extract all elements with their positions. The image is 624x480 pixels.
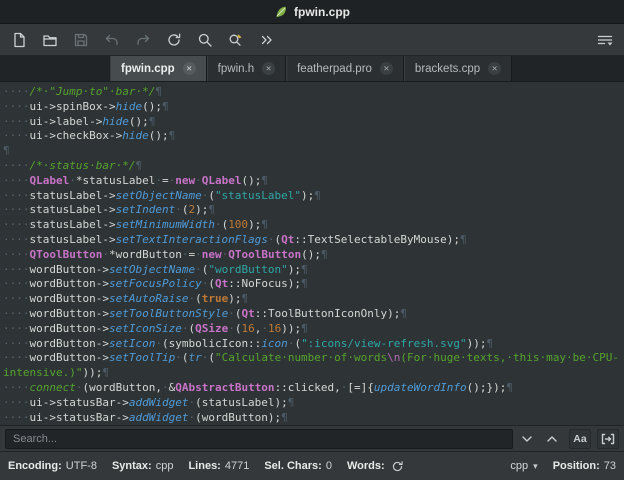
status-selected-chars-label: Sel. Chars: [264, 460, 322, 472]
status-position: Position: 73 [553, 460, 616, 472]
menu-icon [597, 35, 613, 45]
code-line: ····wordButton->setToolButtonStyle·(Qt::… [3, 306, 408, 320]
status-lines-label: Lines: [188, 460, 221, 472]
search-and-replace-button[interactable] [224, 28, 248, 52]
match-case-button[interactable]: Aa [569, 428, 591, 449]
undo-icon [105, 34, 118, 45]
search-next-button[interactable] [516, 429, 538, 449]
status-lines-value: 4771 [224, 460, 250, 472]
save-file-button[interactable] [69, 28, 93, 52]
tab-close-icon[interactable]: ✕ [379, 62, 393, 75]
status-syntax-value: cpp [155, 460, 174, 472]
toolbar [0, 24, 624, 56]
tab-label: featherpad.pro [297, 62, 372, 75]
code-line: ····wordButton->setIconSize·(QSize·(16,·… [3, 321, 308, 335]
syntax-selector[interactable]: cpp ▾ [510, 460, 537, 472]
code-line: ····/*·"Jump·to"·bar·*/¶ [3, 85, 162, 98]
redo-icon [137, 34, 150, 45]
tab-fpwin.cpp[interactable]: fpwin.cpp ✕ [110, 56, 207, 81]
code-line: ····wordButton->setAutoRaise·(true);¶ [3, 292, 249, 306]
save-icon [74, 33, 88, 46]
tab-close-icon[interactable]: ✕ [262, 62, 276, 75]
code-line: ····statusLabel->setMinimumWidth·(100);¶ [3, 218, 268, 232]
code-line: ····wordButton->setFocusPolicy·(Qt::NoFo… [3, 277, 308, 291]
code-line: ····statusLabel->setIndent·(2);¶ [3, 203, 215, 217]
tab-fpwin.h[interactable]: fpwin.h ✕ [206, 56, 287, 81]
code-line: ····ui->statusBar->addWidget·(wordButton… [3, 410, 288, 424]
code-line: ····statusLabel->setObjectName·("statusL… [3, 188, 321, 202]
status-encoding-label: Encoding: [8, 460, 62, 472]
open-folder-icon [43, 34, 57, 46]
more-toolbuttons-button[interactable] [255, 28, 279, 52]
code-line: ····wordButton->setObjectName·("wordButt… [3, 262, 308, 276]
search-previous-button[interactable] [541, 429, 563, 449]
double-chevron-right-icon [261, 35, 272, 44]
undo-button[interactable] [100, 28, 124, 52]
search-bar: Aa [0, 425, 624, 451]
status-position-label: Position: [552, 460, 600, 472]
status-encoding-value: UTF-8 [65, 460, 97, 472]
code-line: ····ui->checkBox->hide();¶ [3, 129, 176, 143]
code-line: ····ui->label->hide();¶ [3, 114, 156, 128]
status-lines: Lines: 4771 [188, 460, 249, 472]
whole-word-icon [601, 433, 615, 444]
status-bar: Encoding: UTF-8 Syntax: cpp Lines: 4771 … [0, 451, 624, 480]
new-document-button[interactable] [7, 28, 31, 52]
tab-close-icon[interactable]: ✕ [488, 62, 502, 75]
tab-brackets.cpp[interactable]: brackets.cpp ✕ [403, 56, 513, 81]
code-line: ····ui->statusBar->addWidget·(statusLabe… [3, 395, 295, 409]
search-input[interactable] [5, 428, 513, 449]
chevron-down-icon [522, 435, 532, 442]
status-encoding: Encoding: UTF-8 [8, 460, 97, 472]
title-bar[interactable]: fpwin.cpp [0, 0, 624, 24]
tab-bar: fpwin.cpp ✕ fpwin.h ✕ featherpad.pro ✕ bracket… [0, 56, 624, 82]
new-document-icon [14, 32, 25, 47]
refresh-icon [393, 460, 403, 471]
whole-word-button[interactable] [597, 428, 619, 449]
code-line: ····wordButton->setIcon·(symbolicIcon::i… [3, 336, 494, 350]
tab-label: fpwin.cpp [121, 62, 175, 75]
status-syntax-label: Syntax: [111, 460, 152, 472]
search-button[interactable] [193, 28, 217, 52]
status-position-value: 73 [603, 460, 616, 472]
window-title: fpwin.cpp [294, 4, 350, 19]
match-case-icon: Aa [573, 432, 587, 445]
tab-label: fpwin.h [217, 62, 255, 75]
code-line: ····wordButton->setToolTip·(tr·("Calcula… [3, 351, 619, 365]
chevron-down-icon: ▾ [533, 460, 538, 471]
code-line: ····statusLabel->setTextInteractionFlags… [3, 232, 467, 246]
redo-button[interactable] [131, 28, 155, 52]
status-selected-chars: Sel. Chars: 0 [264, 460, 332, 472]
reload-button[interactable] [162, 28, 186, 52]
tab-featherpad.pro[interactable]: featherpad.pro ✕ [286, 56, 404, 81]
search-icon [198, 33, 212, 47]
code-line: ····/*·status·bar·*/¶ [3, 158, 143, 172]
chevron-up-icon [547, 435, 557, 442]
editor[interactable]: ····/*·"Jump·to"·bar·*/¶ ····ui->spinBox-… [0, 82, 624, 425]
code-line: intensive.)"));¶ [3, 366, 109, 380]
featherpad-window: fpwin.cpp fpwin.cpp ✕ fpwin.h ✕ featherp… [0, 0, 624, 480]
status-words: Words: [347, 457, 407, 475]
reload-icon [168, 33, 181, 46]
syntax-selector-value: cpp [510, 460, 529, 472]
search-and-replace-icon [229, 33, 242, 46]
word-count-refresh-button[interactable] [389, 457, 407, 475]
code-line: ····QLabel·*statusLabel·=·new·QLabel();¶ [3, 173, 268, 187]
menu-button[interactable] [593, 28, 617, 52]
tab-close-icon[interactable]: ✕ [182, 62, 196, 75]
status-selected-chars-value: 0 [325, 460, 332, 472]
tab-label: brackets.cpp [414, 62, 481, 75]
code-line: ····QToolButton·*wordButton·=·new·QToolB… [3, 247, 328, 261]
status-syntax: Syntax: cpp [112, 460, 174, 472]
code-line: ¶ [3, 144, 10, 158]
code-line: ····ui->spinBox->hide();¶ [3, 99, 169, 113]
code-line: ····connect·(wordButton,·&QAbstractButto… [3, 380, 514, 394]
status-words-label: Words: [346, 460, 385, 472]
open-file-button[interactable] [38, 28, 62, 52]
featherpad-app-icon [274, 5, 288, 19]
